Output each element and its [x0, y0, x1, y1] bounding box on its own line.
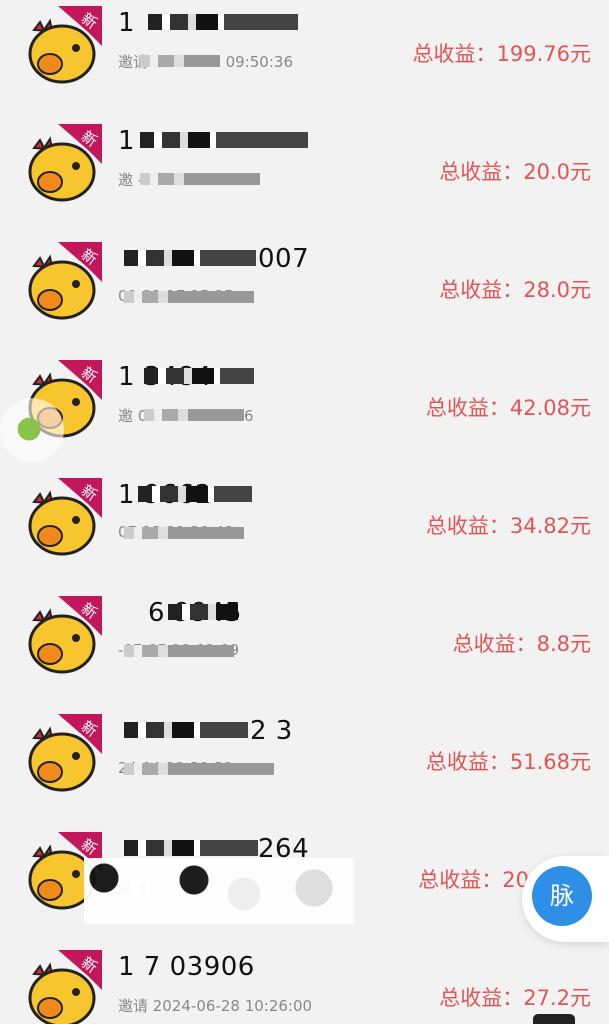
phone-number: 1 [118, 126, 136, 156]
referral-list: 新 1 邀请 21-11-22 09:50:36 总收益：199.76元 新 1… [0, 0, 609, 1024]
total-earnings: 总收益：20 [418, 868, 529, 892]
total-earnings: 总收益：42.08元 [425, 396, 591, 420]
redacted-phone [124, 840, 258, 856]
redacted-phone [148, 14, 298, 30]
total-earnings: 总收益：51.68元 [425, 750, 591, 774]
list-item[interactable]: 新 1 邀 -05 19:09:15 总收益：20.0元 [0, 118, 609, 236]
total-earnings: 总收益：199.76元 [412, 42, 591, 66]
list-item[interactable]: 新 1 7 03906 邀请 2024-06-28 10:26:00 总收益：2… [0, 944, 609, 1024]
phone-number: 1 [118, 8, 136, 38]
phone-number: 007 [258, 244, 310, 274]
total-earnings: 总收益：28.0元 [439, 278, 591, 302]
redacted-info [140, 55, 220, 67]
redacted-phone [124, 722, 248, 738]
list-item[interactable]: 新 1 3484 邀 07-29 21:22:56 总收益：42.08元 [0, 354, 609, 472]
nav-handle[interactable] [533, 1014, 575, 1024]
phone-number: 2 3 [250, 716, 293, 746]
redaction-blob [84, 858, 354, 924]
list-item[interactable]: 新 007 09-21 17:15:25 总收益：28.0元 [0, 236, 609, 354]
new-badge: 新 [58, 6, 102, 46]
new-badge: 新 [58, 242, 102, 282]
total-earnings: 总收益：8.8元 [452, 632, 591, 656]
list-item[interactable]: 新 2 3 24 04 22:39:32 总收益：51.68元 [0, 708, 609, 826]
redacted-info [140, 173, 260, 185]
new-badge: 新 [58, 360, 102, 400]
redacted-phone [140, 132, 308, 148]
list-item[interactable]: 新 1 邀请 21-11-22 09:50:36 总收益：199.76元 [0, 0, 609, 118]
redacted-info [124, 645, 234, 657]
redacted-phone [168, 604, 238, 620]
chat-bubble-icon: 脉 [532, 866, 592, 926]
new-badge: 新 [58, 478, 102, 518]
invite-time: 邀请 2024-06-28 10:26:00 [118, 997, 313, 1015]
new-badge: 新 [58, 950, 102, 990]
redacted-info [124, 527, 244, 539]
redacted-phone [124, 250, 256, 266]
redacted-phone [138, 486, 252, 502]
floating-chat-button[interactable]: 脉 [522, 856, 609, 942]
list-item[interactable]: 新 6 9945 -07-05 19:01:09 总收益：8.8元 [0, 590, 609, 708]
redacted-info [144, 409, 244, 421]
new-badge: 新 [58, 714, 102, 754]
total-earnings: 总收益：34.82元 [425, 514, 591, 538]
redacted-info [124, 763, 274, 775]
new-badge: 新 [58, 124, 102, 164]
floating-android-bubble[interactable]: ● [0, 398, 64, 462]
redacted-info [124, 291, 254, 303]
total-earnings: 总收益：20.0元 [439, 160, 591, 184]
redacted-phone [144, 368, 254, 384]
new-badge: 新 [58, 596, 102, 636]
android-icon: ● [16, 410, 43, 445]
list-item[interactable]: 新 1 9662 07-13 21:30:48 总收益：34.82元 [0, 472, 609, 590]
total-earnings: 总收益：27.2元 [439, 986, 591, 1010]
phone-number: 1 7 03906 [118, 952, 255, 982]
